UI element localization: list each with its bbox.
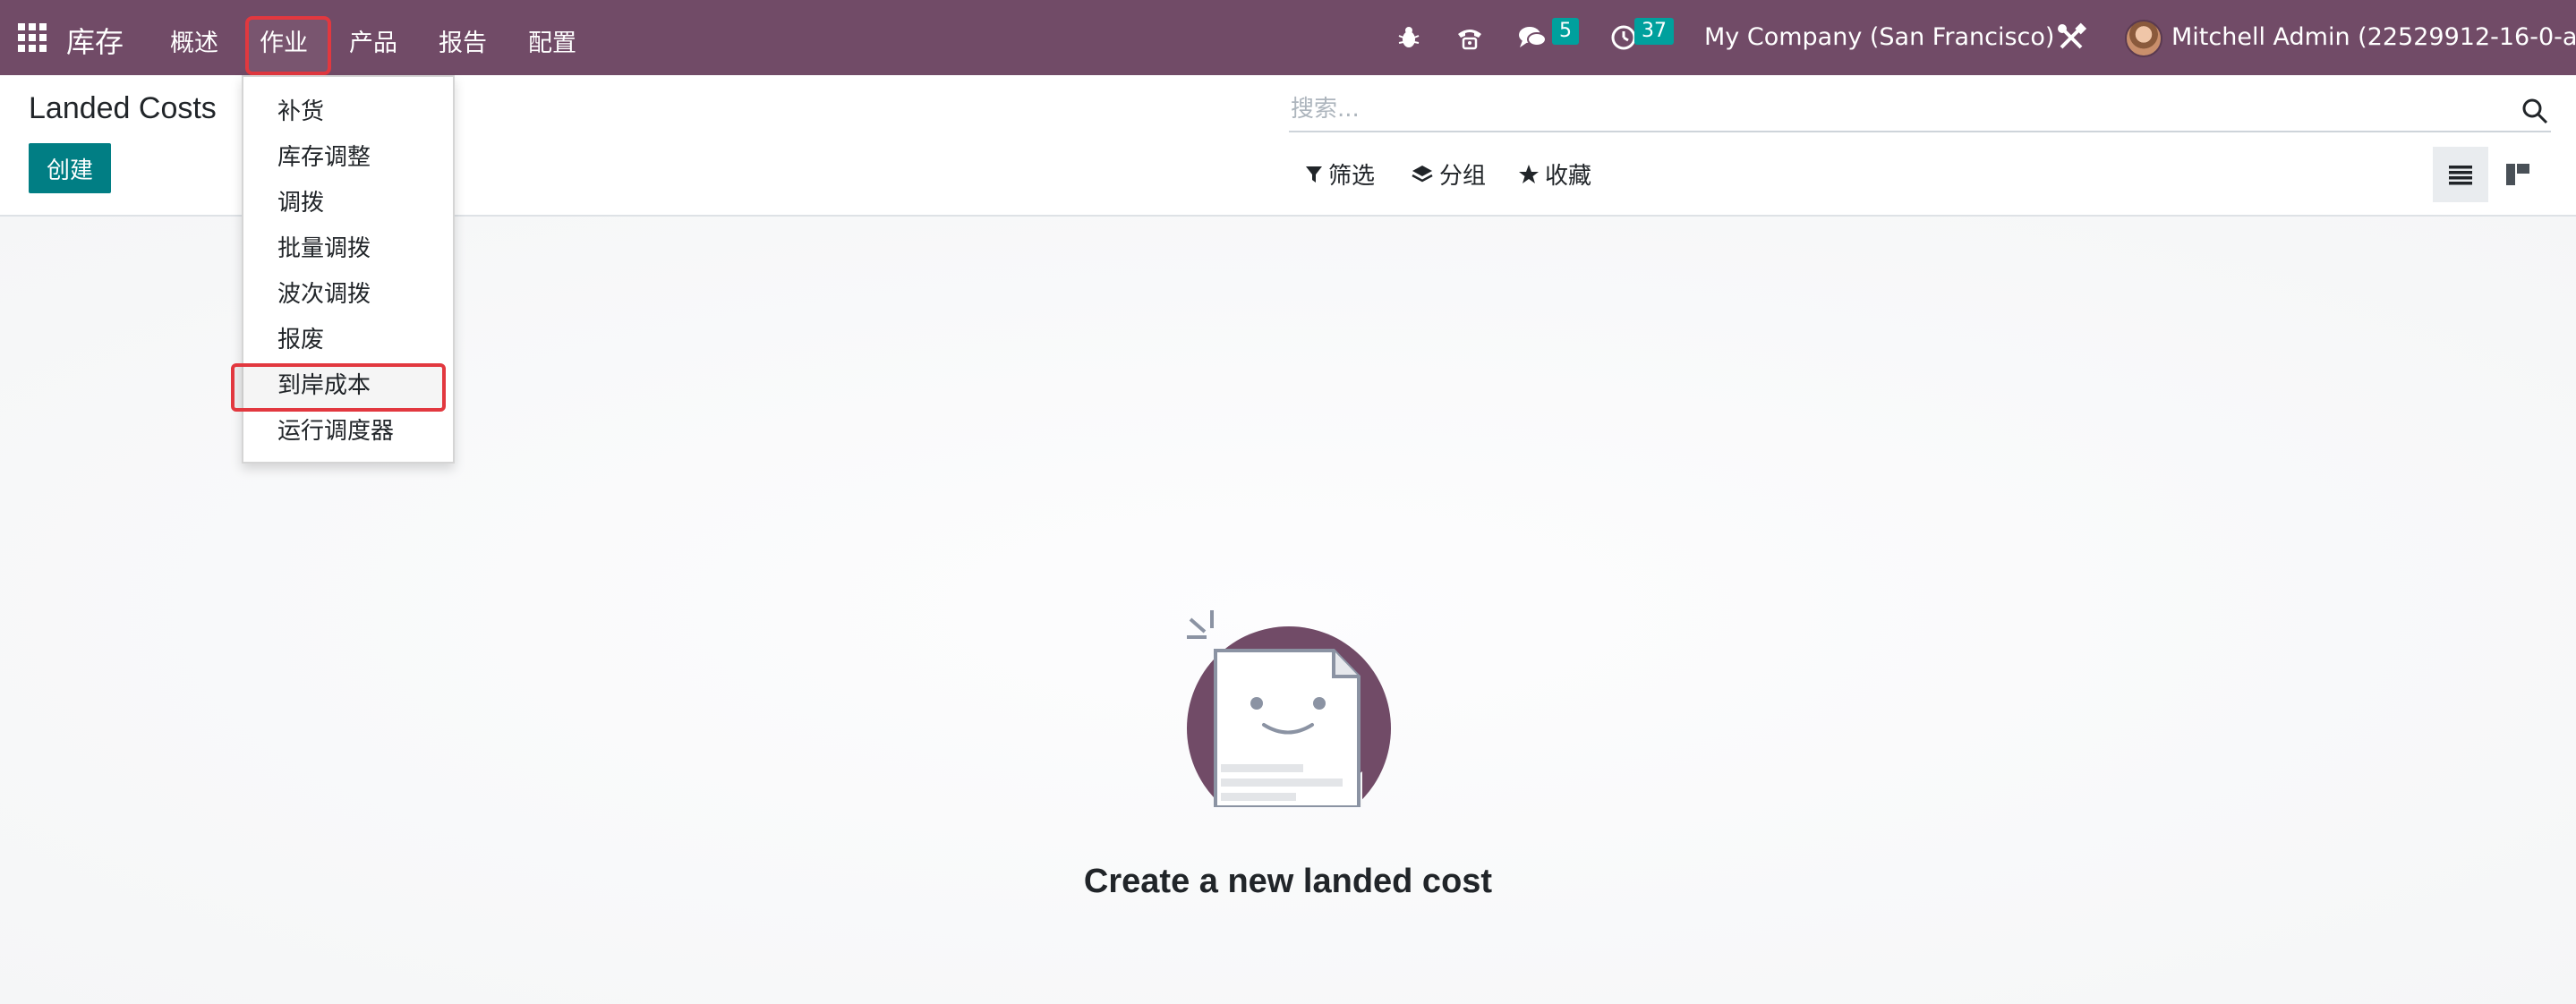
dropdown-item-transfers[interactable]: 调拨: [277, 184, 324, 217]
create-button[interactable]: 创建: [29, 143, 111, 193]
activities-badge: 37: [1634, 18, 1674, 45]
app-name[interactable]: 库存: [66, 20, 124, 61]
tools-icon[interactable]: [2055, 21, 2087, 54]
dropdown-item-wave-transfers[interactable]: 波次调拨: [277, 276, 371, 309]
menu-products[interactable]: 产品: [349, 23, 397, 58]
group-by-label: 分组: [1439, 163, 1487, 190]
dropdown-item-replenishment[interactable]: 补货: [277, 93, 324, 126]
dropdown-item-scrap[interactable]: 报废: [277, 321, 324, 354]
dropdown-item-run-scheduler[interactable]: 运行调度器: [277, 413, 394, 446]
dropdown-item-inventory-adjustment[interactable]: 库存调整: [277, 139, 371, 172]
search-icon[interactable]: [2519, 95, 2551, 127]
top-navbar: 库存 概述 作业 产品 报告 配置 5 37 My Company (San F…: [0, 0, 2576, 75]
search-bar: [1289, 89, 2551, 132]
filter-icon: [1306, 166, 1322, 183]
company-switcher[interactable]: My Company (San Francisco): [1704, 23, 2054, 51]
search-input[interactable]: [1291, 91, 2490, 127]
menu-reporting[interactable]: 报告: [439, 23, 487, 58]
filter-button[interactable]: 筛选: [1305, 157, 1375, 191]
chat-icon[interactable]: [1516, 21, 1548, 54]
favorites-label: 收藏: [1545, 163, 1592, 190]
kanban-view-button[interactable]: [2490, 147, 2546, 202]
landed-costs-highlight: [231, 363, 446, 412]
messages-badge: 5: [1552, 18, 1579, 45]
menu-overview[interactable]: 概述: [170, 23, 218, 58]
star-icon: [1519, 164, 1539, 183]
favorites-button[interactable]: 收藏: [1518, 157, 1591, 191]
bug-icon[interactable]: [1393, 21, 1425, 54]
list-view-button[interactable]: [2433, 147, 2488, 202]
menu-configuration[interactable]: 配置: [528, 23, 576, 58]
menu-operations[interactable]: 作业: [260, 23, 308, 58]
phone-icon[interactable]: [1454, 21, 1486, 54]
layers-icon: [1412, 165, 1433, 182]
page-title[interactable]: Landed Costs: [29, 91, 217, 126]
filter-label: 筛选: [1328, 163, 1376, 190]
empty-state-title: Create a new landed cost: [1083, 863, 1493, 900]
user-avatar[interactable]: [2125, 20, 2162, 57]
dropdown-item-batch-transfers[interactable]: 批量调拨: [277, 230, 371, 263]
apps-grid-icon[interactable]: [18, 23, 47, 52]
empty-state-illustration: [1180, 610, 1395, 830]
group-by-button[interactable]: 分组: [1411, 157, 1486, 191]
kanban-view-icon: [2506, 164, 2529, 185]
list-view-icon: [2449, 166, 2472, 185]
user-menu[interactable]: Mitchell Admin (22529912-16-0-all): [2171, 23, 2576, 51]
